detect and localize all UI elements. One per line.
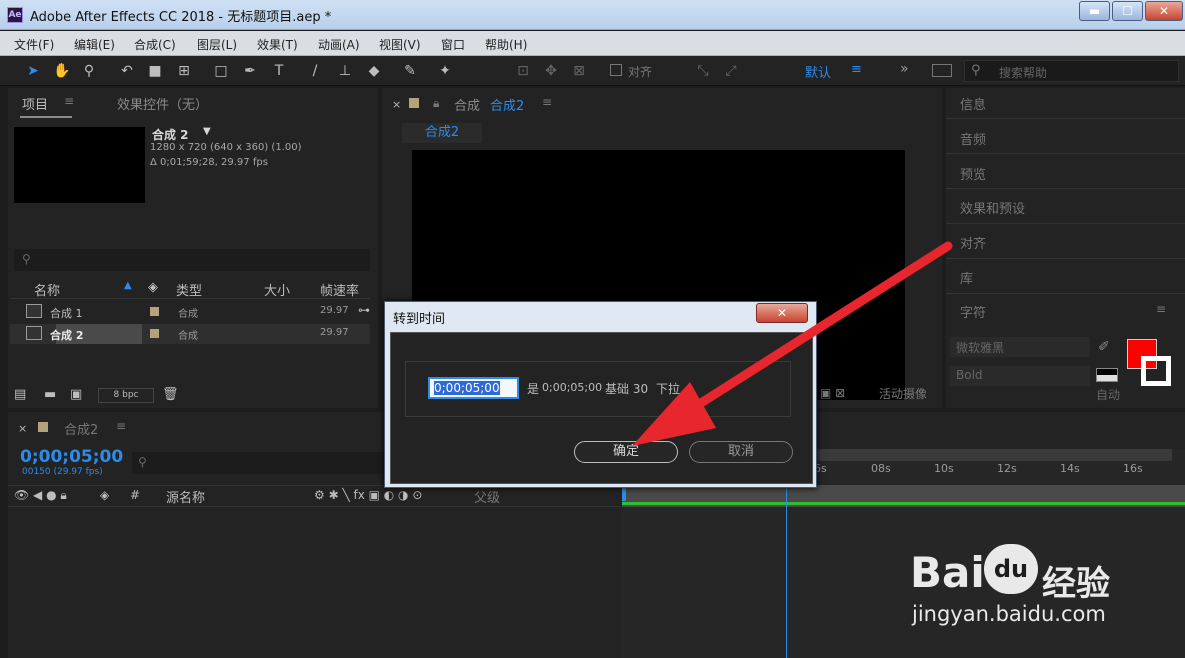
watermark-url: jingyan.baidu.com [912,602,1106,626]
baidu-watermark: Bai du 经验 jingyan.baidu.com [910,540,1185,658]
brand-right: 经验 [1042,564,1110,604]
paw-logo: du [984,544,1038,594]
brand-left: Bai [910,548,985,597]
